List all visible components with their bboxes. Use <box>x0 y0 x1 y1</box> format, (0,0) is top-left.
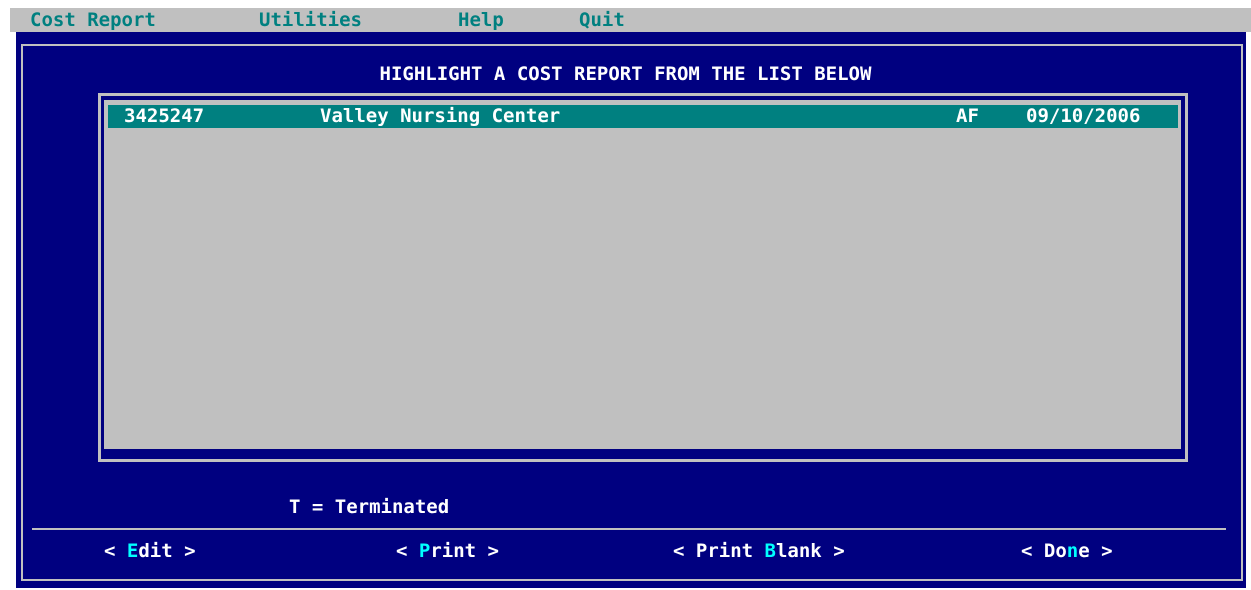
menu-cost-report[interactable]: Cost Report <box>30 10 156 30</box>
page-title: HIGHLIGHT A COST REPORT FROM THE LIST BE… <box>379 63 872 85</box>
bracket-close: > <box>172 540 196 562</box>
menu-bar: Cost Report Utilities Help Quit <box>10 8 1251 32</box>
facility-name: Valley Nursing Center <box>320 105 561 127</box>
button-label: dit <box>138 540 173 562</box>
bracket-open: < <box>673 540 696 562</box>
bracket-close: > <box>476 540 499 562</box>
button-label: e <box>1078 540 1090 562</box>
done-button[interactable]: < Done > <box>1021 540 1113 562</box>
hotkey-letter: E <box>126 540 139 562</box>
bracket-close: > <box>821 540 845 562</box>
report-type: AF <box>956 105 979 127</box>
menu-utilities[interactable]: Utilities <box>259 10 362 30</box>
hotkey-letter: n <box>1066 540 1079 562</box>
report-date: 09/10/2006 <box>1026 105 1141 127</box>
dos-screen: Cost Report Utilities Help Quit HIGHLIGH… <box>0 0 1251 590</box>
hotkey-letter: P <box>418 540 431 562</box>
edit-button[interactable]: < Edit > <box>104 540 196 562</box>
print-button[interactable]: < Print > <box>396 540 499 562</box>
legend-terminated: T = Terminated <box>289 496 450 518</box>
cost-report-list[interactable]: 3425247 Valley Nursing Center AF 09/10/2… <box>104 100 1181 449</box>
bracket-open: < <box>104 540 127 562</box>
print-blank-button[interactable]: < Print Blank > <box>673 540 845 562</box>
menu-help[interactable]: Help <box>458 10 504 30</box>
menu-quit[interactable]: Quit <box>579 10 625 30</box>
button-label: lank <box>775 540 822 562</box>
list-item-selected[interactable]: 3425247 Valley Nursing Center AF 09/10/2… <box>108 105 1178 128</box>
button-label: rint <box>430 540 477 562</box>
bracket-close: > <box>1089 540 1113 562</box>
bracket-open: < <box>396 540 419 562</box>
report-id: 3425247 <box>124 105 205 127</box>
bracket-open: < <box>1021 540 1044 562</box>
divider <box>32 528 1226 530</box>
button-label: Print <box>695 540 765 562</box>
button-label: Do <box>1043 540 1067 562</box>
hotkey-letter: B <box>764 540 776 562</box>
